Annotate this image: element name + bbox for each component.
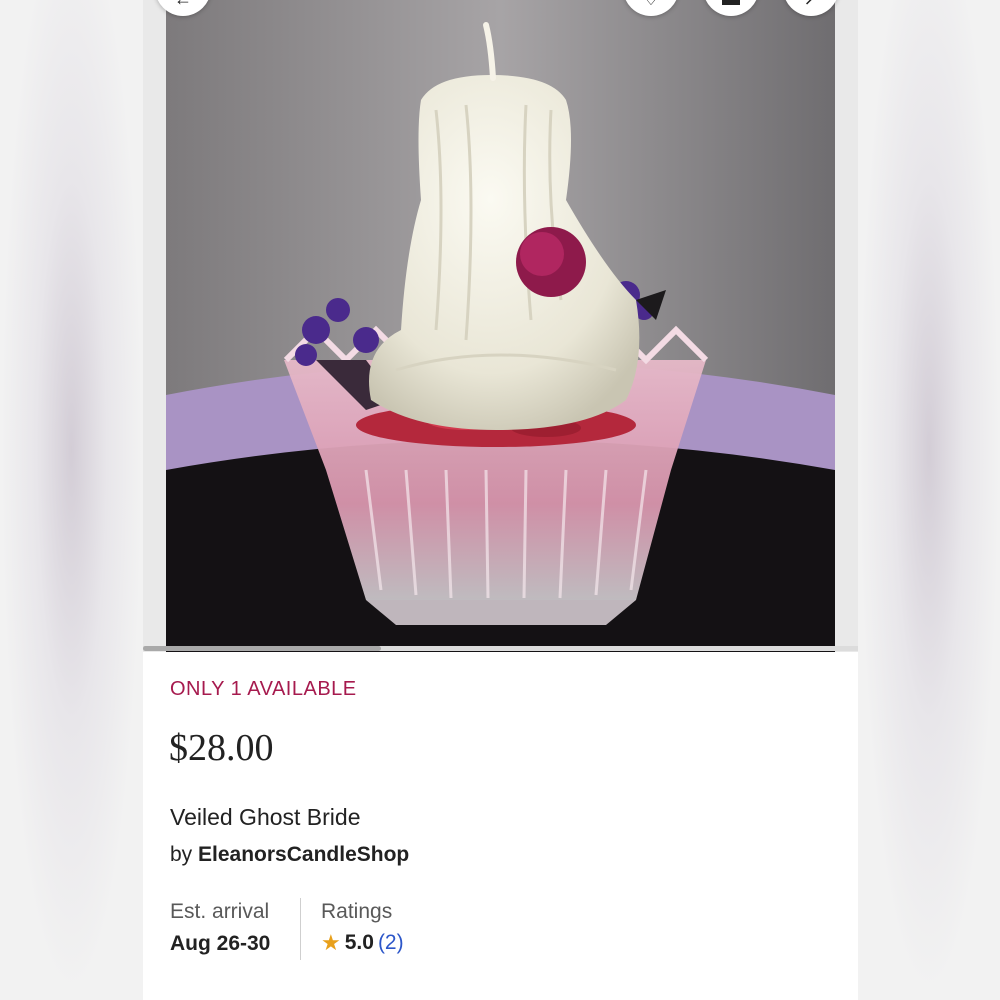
cart-icon: ▬ [722,0,740,10]
rating-count-link[interactable]: (2) [378,931,404,955]
est-arrival-label: Est. arrival [170,900,270,923]
background-blur-left [0,0,143,1000]
heart-icon: ♡ [643,0,659,10]
share-icon: ↗ [803,0,818,10]
seller-byline: by EleanorsCandleShop [170,843,409,867]
by-prefix: by [170,843,193,866]
star-icon: ★ [321,930,341,955]
background-blur-right [858,0,1000,1000]
listing-title: Veiled Ghost Bride [170,804,361,830]
est-arrival-value: Aug 26-30 [170,932,271,955]
gallery-margin-right [835,0,858,652]
ratings-summary[interactable]: ★ 5.0 (2) [321,930,404,956]
back-icon: ← [174,0,192,10]
shop-name-link[interactable]: EleanorsCandleShop [198,843,409,866]
rating-value: 5.0 [344,931,374,954]
gallery-scroll-thumb[interactable] [143,646,381,651]
candle-photo-illustration [166,0,835,652]
ratings-label: Ratings [321,900,393,923]
details-divider [300,898,301,960]
listing-price: $28.00 [169,727,274,769]
gallery-margin-left [143,0,166,652]
listing-photo[interactable] [166,0,835,652]
listing-card: ← ♡ ▬ ↗ ONLY 1 AVAILABLE $28.00 Veiled G… [143,0,858,1000]
availability-badge: ONLY 1 AVAILABLE [170,678,357,700]
